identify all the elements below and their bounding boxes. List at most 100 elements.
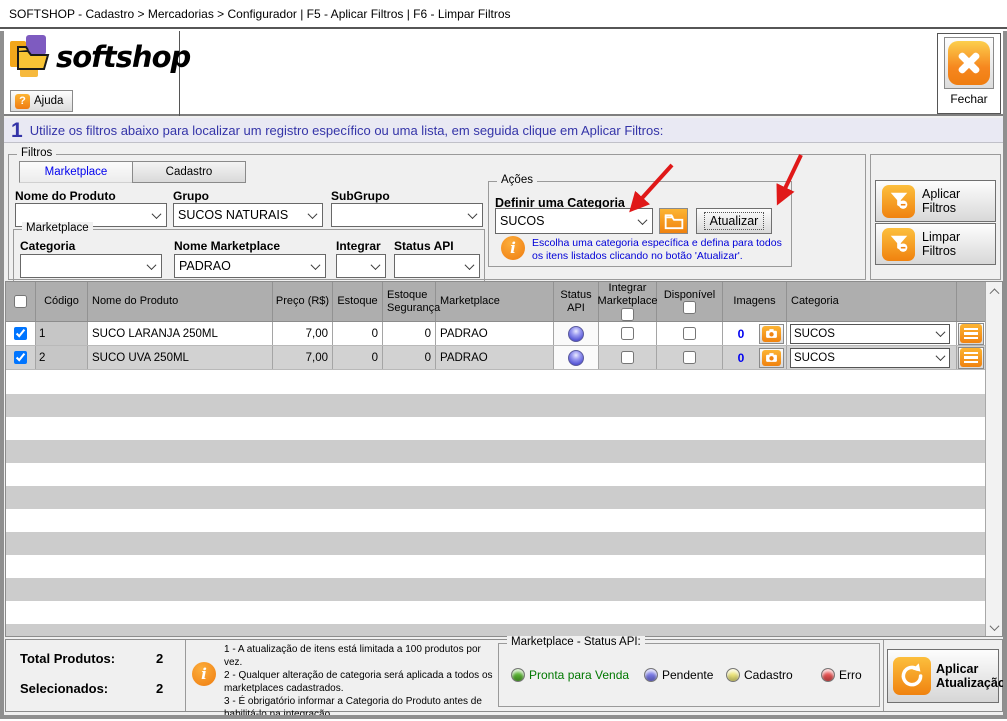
empty-row-stripe: [6, 417, 985, 440]
list-icon: [960, 324, 982, 343]
status-api-select[interactable]: [394, 254, 480, 278]
cell-estoque-seguranca: 0: [383, 322, 436, 345]
status-pendente-orb: [568, 326, 584, 342]
row-menu-button[interactable]: [958, 347, 984, 369]
disponivel-checkbox[interactable]: [683, 327, 696, 340]
header-nome[interactable]: Nome do Produto: [88, 282, 273, 321]
images-button[interactable]: [759, 324, 784, 344]
aplicar-atualizacao-button[interactable]: AplicarAtualização: [887, 649, 999, 703]
header-select-all: [6, 282, 36, 321]
header-estoque-seguranca[interactable]: Estoque Segurança: [383, 282, 436, 321]
empty-row-stripe: [6, 486, 985, 509]
integrar-checkbox[interactable]: [621, 351, 634, 364]
header-preco[interactable]: Preço (R$): [273, 282, 333, 321]
empty-row-stripe: [6, 509, 985, 532]
aplicar-filtros-label: AplicarFiltros: [922, 187, 960, 216]
browse-category-button[interactable]: [659, 208, 688, 234]
question-icon: [15, 94, 30, 109]
cell-codigo: 1: [36, 322, 88, 345]
chevron-down-icon: [932, 325, 949, 343]
legend-item-erro: Erro: [821, 668, 862, 682]
cell-preco: 7,00: [273, 322, 333, 345]
header-marketplace[interactable]: Marketplace: [436, 282, 554, 321]
integrar-label: Integrar: [336, 239, 381, 253]
blue-status-dot: [644, 668, 658, 682]
subgrupo-select[interactable]: [331, 203, 483, 227]
chevron-down-icon: [306, 255, 325, 277]
status-legend-groupbox: Marketplace - Status API: Pronta para Ve…: [498, 643, 880, 707]
logo-text: softshop: [56, 40, 190, 74]
header-codigo[interactable]: Código: [36, 282, 88, 321]
categoria-select[interactable]: [20, 254, 162, 278]
vertical-scrollbar[interactable]: [985, 282, 1002, 636]
row-checkbox[interactable]: [14, 351, 27, 364]
instruction-band: 1 Utilize os filtros abaixo para localiz…: [4, 118, 1003, 143]
header-imagens[interactable]: Imagens: [723, 282, 787, 321]
close-label: Fechar: [950, 92, 987, 106]
softshop-logo-icon: [10, 35, 54, 79]
header-disponivel[interactable]: Disponível: [657, 282, 723, 321]
integrar-all-checkbox[interactable]: [621, 308, 634, 321]
instruction-text: Utilize os filtros abaixo para localizar…: [30, 123, 664, 138]
tab-cadastro[interactable]: Cadastro: [132, 161, 246, 183]
logo-block: softshop Ajuda: [4, 31, 180, 116]
window-titlebar[interactable]: SOFTSHOP - Cadastro > Mercadorias > Conf…: [0, 0, 1007, 29]
cell-categoria: SUCOS: [787, 322, 957, 345]
images-button[interactable]: [759, 348, 784, 368]
categoria-label: Categoria: [20, 239, 75, 253]
aplicar-filtros-button[interactable]: AplicarFiltros: [875, 180, 996, 222]
status-api-label: Status API: [394, 239, 454, 253]
row-categoria-select[interactable]: SUCOS: [790, 324, 950, 344]
nome-marketplace-select[interactable]: PADRAO: [174, 254, 326, 278]
table-row: 2 SUCO UVA 250ML 7,00 0 0 PADRAO 0 SUCOS: [6, 346, 1002, 370]
tab-marketplace[interactable]: Marketplace: [19, 161, 133, 183]
grupo-select[interactable]: SUCOS NATURAIS: [173, 203, 323, 227]
scroll-down-arrow[interactable]: [986, 619, 1002, 636]
footer-divider: [883, 640, 884, 711]
products-table: Código Nome do Produto Preço (R$) Estoqu…: [5, 281, 1003, 637]
cell-categoria: SUCOS: [787, 346, 957, 369]
help-button[interactable]: Ajuda: [10, 90, 73, 112]
header-estoque[interactable]: Estoque: [333, 282, 383, 321]
cell-imagens: 0: [723, 322, 787, 345]
legend-item-cadastro: Cadastro: [726, 668, 793, 682]
limpar-filtros-button[interactable]: LimparFiltros: [875, 223, 996, 265]
window-title: SOFTSHOP - Cadastro > Mercadorias > Conf…: [9, 7, 511, 21]
row-categoria-select[interactable]: SUCOS: [790, 348, 950, 368]
atualizar-button[interactable]: Atualizar: [696, 208, 772, 234]
close-button[interactable]: [944, 37, 994, 89]
cell-estoque-seguranca: 0: [383, 346, 436, 369]
chevron-down-icon: [366, 255, 385, 277]
info-icon: [192, 662, 216, 686]
grupo-label: Grupo: [173, 189, 209, 203]
disponivel-all-checkbox[interactable]: [683, 301, 696, 314]
nome-marketplace-label: Nome Marketplace: [174, 239, 280, 253]
selecionados-label: Selecionados:: [20, 681, 108, 696]
window-border-right: [1003, 31, 1007, 719]
scroll-up-arrow[interactable]: [986, 282, 1002, 299]
row-checkbox[interactable]: [14, 327, 27, 340]
integrar-select[interactable]: [336, 254, 386, 278]
refresh-icon: [893, 657, 931, 695]
filter-tabs: Marketplace Cadastro: [19, 161, 246, 183]
select-all-checkbox[interactable]: [14, 295, 27, 308]
folder-icon: [664, 213, 684, 230]
disponivel-checkbox[interactable]: [683, 351, 696, 364]
integrar-checkbox[interactable]: [621, 327, 634, 340]
limpar-filtros-label: LimparFiltros: [922, 230, 960, 259]
row-menu-button[interactable]: [958, 323, 984, 345]
empty-row-stripe: [6, 624, 985, 636]
chevron-down-icon: [303, 204, 322, 226]
header-status-api[interactable]: Status API: [554, 282, 599, 321]
empty-row-stripe: [6, 532, 985, 555]
header-categoria[interactable]: Categoria: [787, 282, 957, 321]
empty-rows-area: [6, 371, 985, 636]
selecionados-value: 2: [156, 681, 163, 696]
app-logo: softshop: [10, 35, 190, 79]
marketplace-groupbox: Marketplace Categoria Nome Marketplace P…: [13, 229, 485, 282]
empty-row-stripe: [6, 578, 985, 601]
acoes-hint-text: Escolha uma categoria específica e defin…: [532, 236, 787, 263]
header-integrar-marketplace[interactable]: Integrar Marketplace: [599, 282, 657, 321]
cell-actions: [957, 322, 985, 345]
definir-categoria-select[interactable]: SUCOS: [495, 208, 653, 234]
